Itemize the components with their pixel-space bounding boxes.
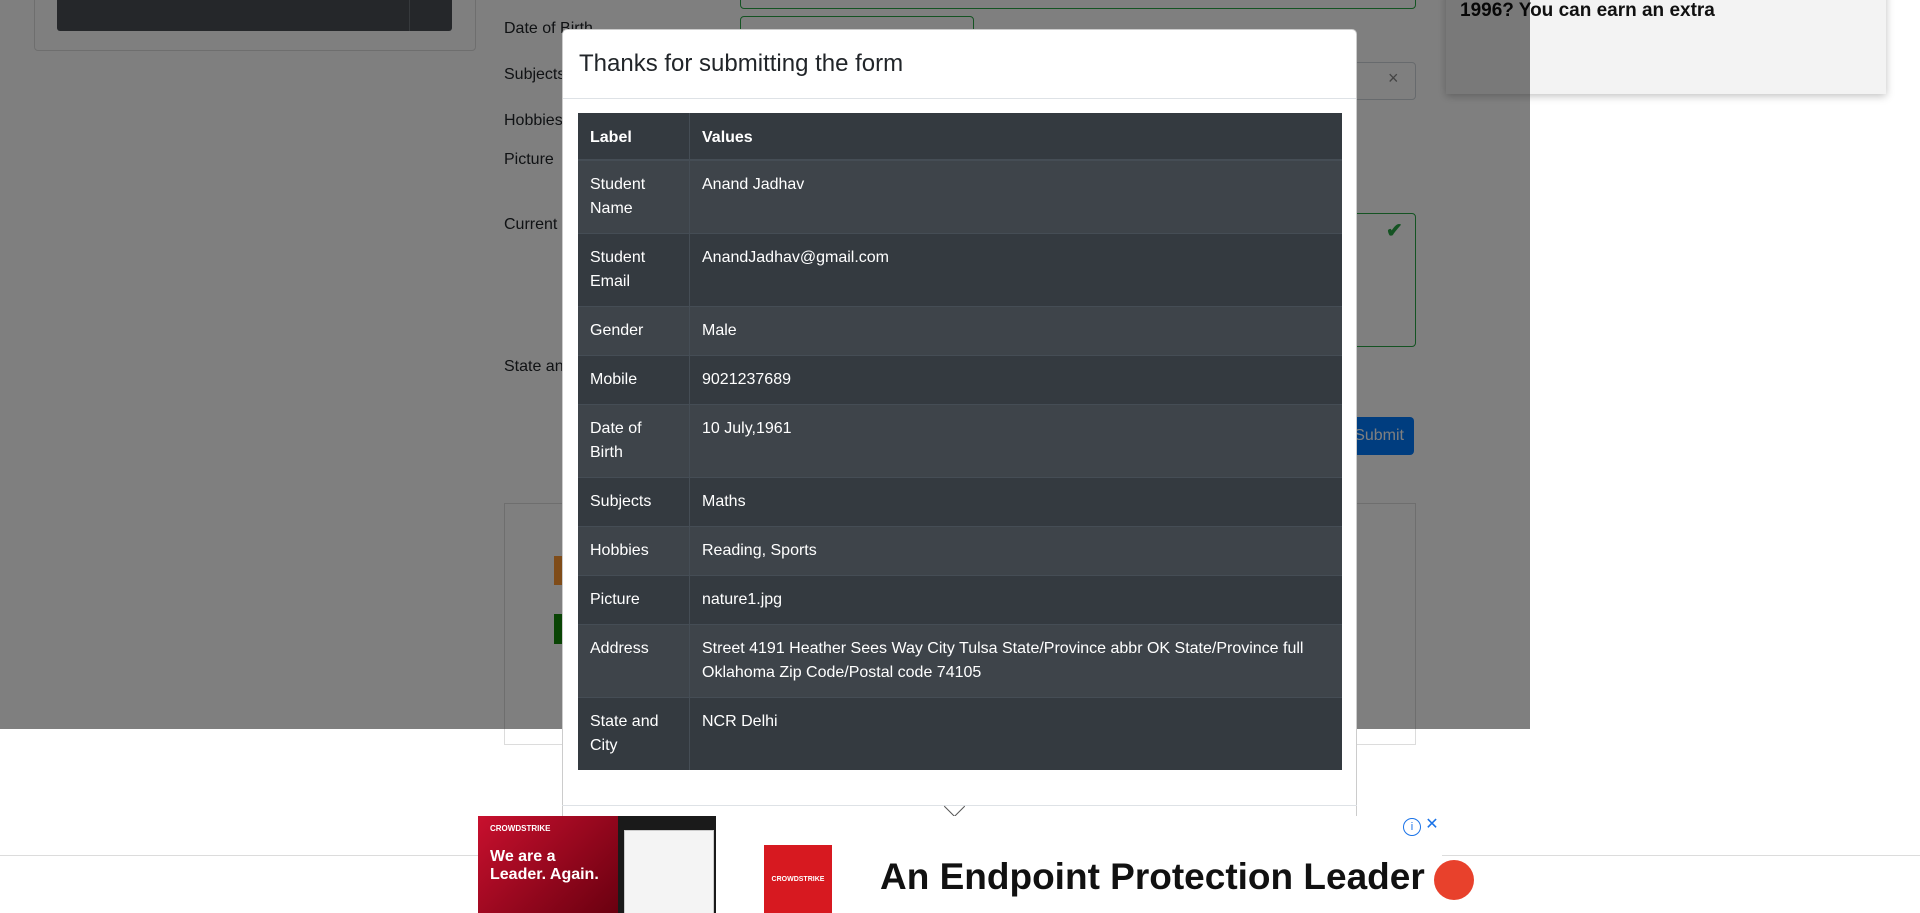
submission-modal: Thanks for submitting the form Label Val… bbox=[562, 29, 1357, 889]
results-table: Label Values Student Name Anand Jadhav S… bbox=[578, 113, 1342, 770]
row-label: Gender bbox=[578, 306, 690, 356]
table-row: Gender Male bbox=[578, 306, 1342, 356]
row-label: Student Name bbox=[578, 159, 690, 234]
table-row: State and City NCR Delhi bbox=[578, 697, 1342, 770]
modal-header: Thanks for submitting the form bbox=[563, 30, 1356, 99]
row-value: Reading, Sports bbox=[689, 526, 1342, 576]
row-label: State and City bbox=[578, 697, 690, 770]
row-label: Student Email bbox=[578, 233, 690, 307]
row-value: Street 4191 Heather Sees Way City Tulsa … bbox=[689, 624, 1342, 698]
table-row: Student Name Anand Jadhav bbox=[578, 159, 1342, 234]
table-row: Subjects Maths bbox=[578, 477, 1342, 527]
ad-chart-graphic bbox=[624, 830, 714, 913]
modal-body: Label Values Student Name Anand Jadhav S… bbox=[563, 99, 1356, 770]
header-label: Label bbox=[578, 113, 690, 161]
row-value: NCR Delhi bbox=[689, 697, 1342, 770]
row-label: Mobile bbox=[578, 355, 690, 405]
table-row: Student Email AnandJadhav@gmail.com bbox=[578, 233, 1342, 307]
row-value: AnandJadhav@gmail.com bbox=[689, 233, 1342, 307]
row-value: Maths bbox=[689, 477, 1342, 527]
table-row: Hobbies Reading, Sports bbox=[578, 526, 1342, 576]
table-row: Picture nature1.jpg bbox=[578, 575, 1342, 625]
row-value: 9021237689 bbox=[689, 355, 1342, 405]
row-label: Hobbies bbox=[578, 526, 690, 576]
row-label: Address bbox=[578, 624, 690, 698]
table-row: Mobile 9021237689 bbox=[578, 355, 1342, 405]
ad-tagline: We are a Leader. Again. bbox=[490, 848, 599, 883]
table-row: Date of Birth 10 July,1961 bbox=[578, 404, 1342, 478]
row-label: Subjects bbox=[578, 477, 690, 527]
row-value: 10 July,1961 bbox=[689, 404, 1342, 478]
ad-arrow-button[interactable] bbox=[1434, 860, 1474, 900]
row-label: Date of Birth bbox=[578, 404, 690, 478]
header-values: Values bbox=[689, 113, 1342, 161]
ad-headline[interactable]: An Endpoint Protection Leader bbox=[880, 856, 1425, 898]
modal-title: Thanks for submitting the form bbox=[579, 50, 904, 77]
ad-image[interactable]: CROWDSTRIKE We are a Leader. Again. bbox=[478, 816, 716, 913]
row-value: Male bbox=[689, 306, 1342, 356]
ad-info-icon[interactable]: i bbox=[1403, 818, 1421, 836]
row-label: Picture bbox=[578, 575, 690, 625]
table-row: Address Street 4191 Heather Sees Way Cit… bbox=[578, 624, 1342, 698]
row-value: Anand Jadhav bbox=[689, 159, 1342, 234]
row-value: nature1.jpg bbox=[689, 575, 1342, 625]
table-header-row: Label Values bbox=[578, 113, 1342, 161]
ad-brand: CROWDSTRIKE bbox=[490, 824, 551, 833]
ad-logo[interactable]: CROWDSTRIKE bbox=[764, 845, 832, 913]
ad-close-icon[interactable]: ✕ bbox=[1423, 816, 1441, 834]
